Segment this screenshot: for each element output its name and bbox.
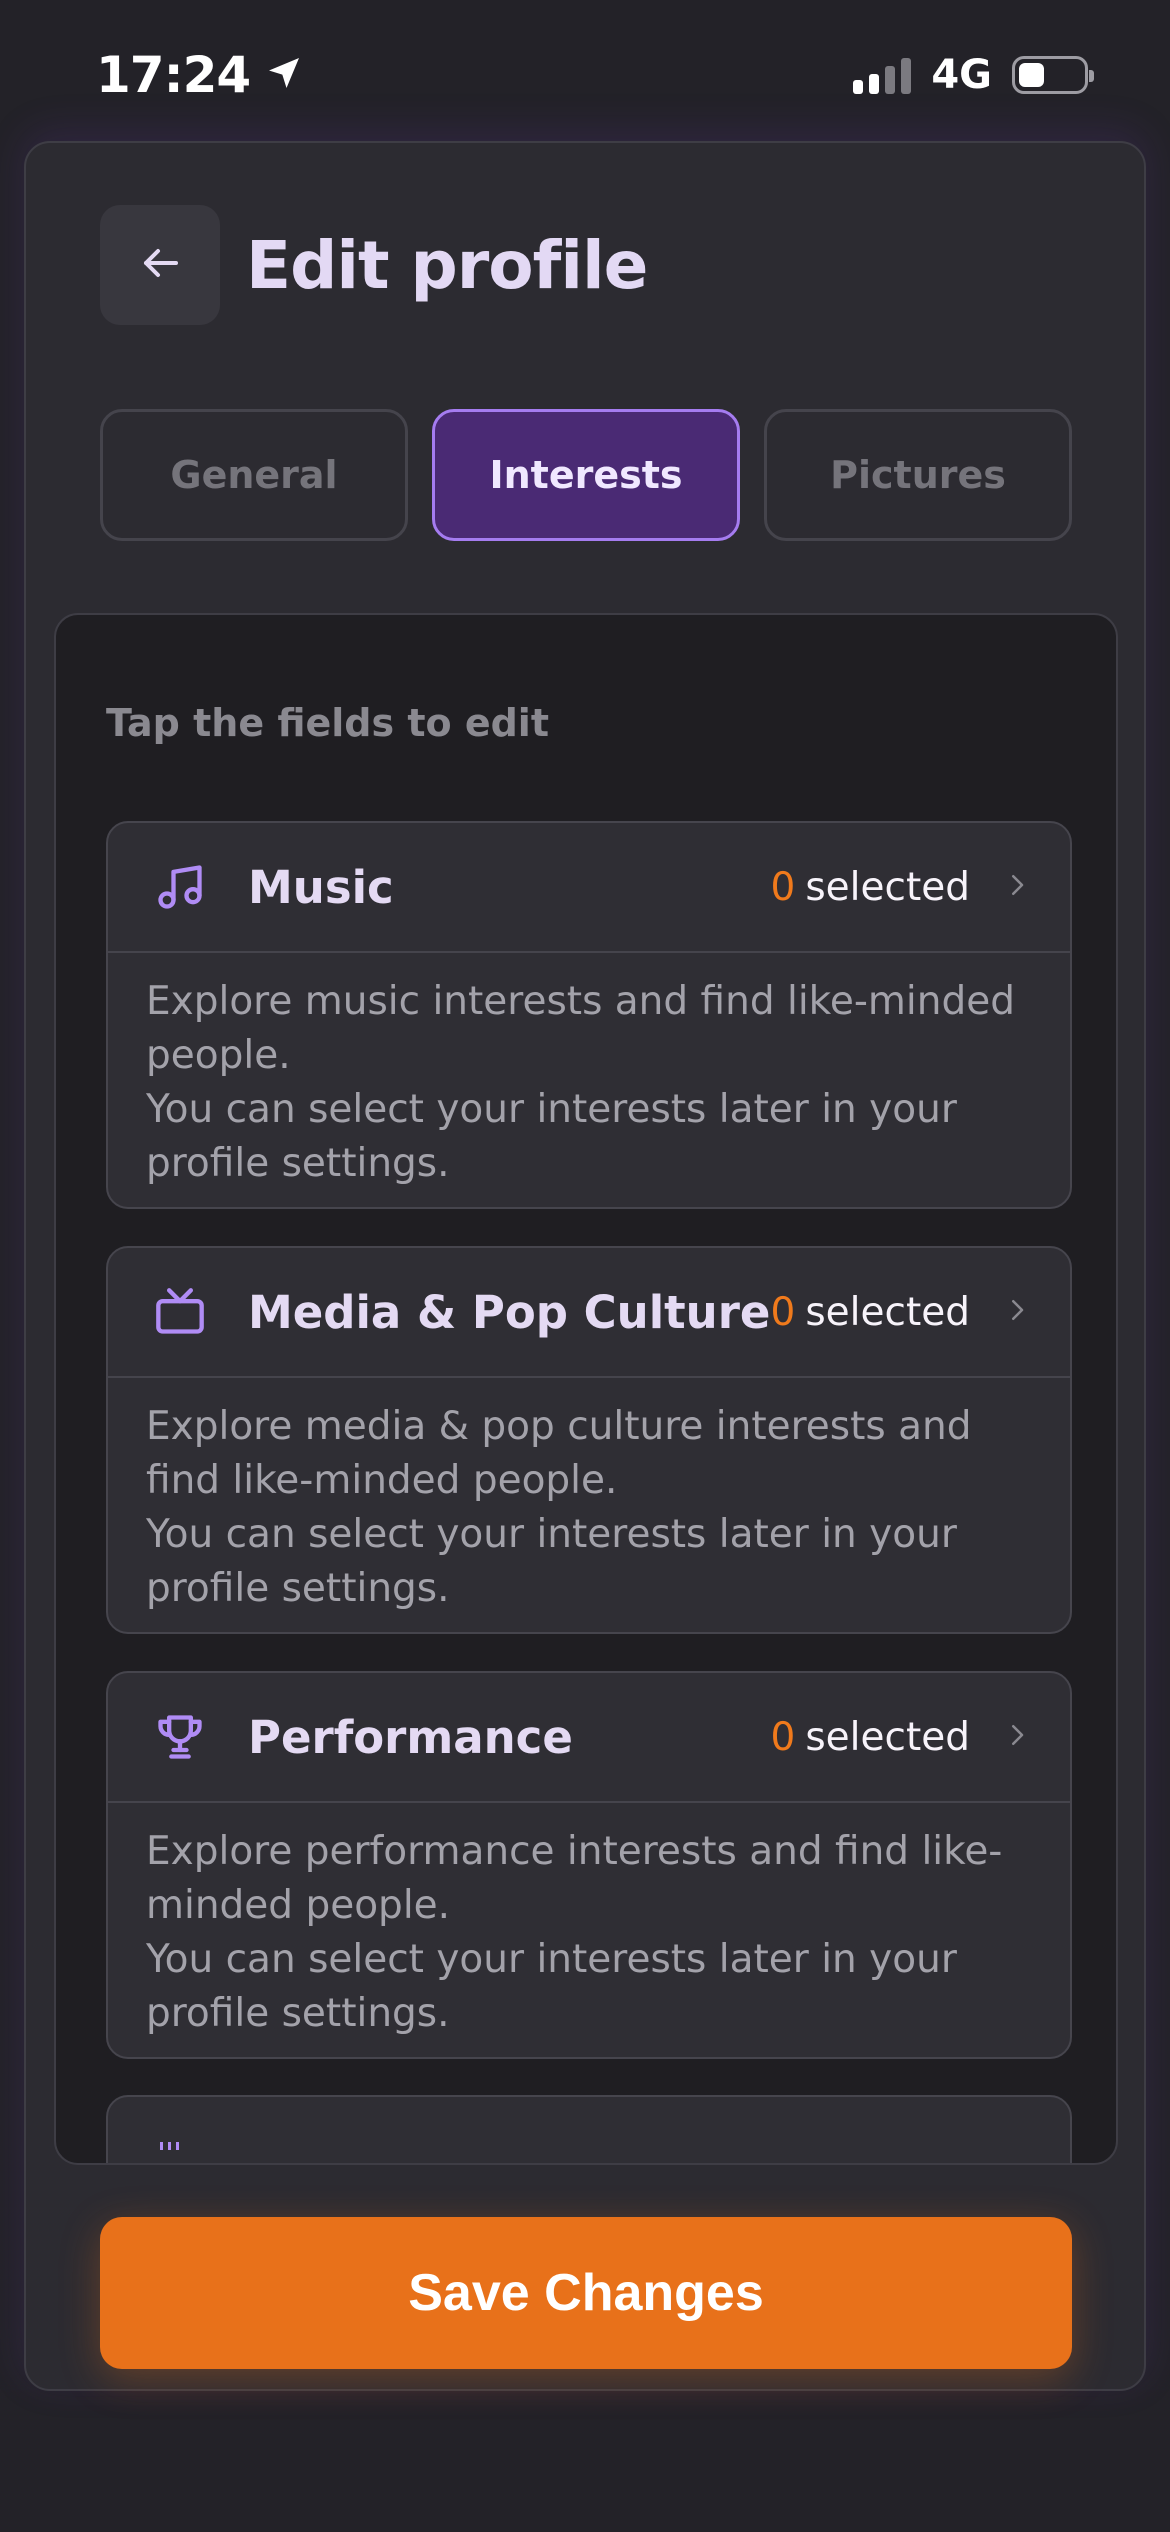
chevron-right-icon — [1002, 870, 1032, 904]
category-icon-partial — [158, 2135, 188, 2154]
interests-panel: Tap the fields to edit Music 0 selected E… — [54, 613, 1118, 2165]
category-description: Explore performance interests and find l… — [108, 1803, 1070, 2041]
description-line: You can select your interests later in y… — [146, 1512, 957, 1611]
status-bar: 17:24 4G — [0, 0, 1170, 150]
category-card-music[interactable]: Music 0 selected Explore music interests … — [106, 821, 1072, 1209]
tab-pictures[interactable]: Pictures — [764, 409, 1072, 541]
category-title: Music — [248, 860, 394, 914]
description-line: Explore performance interests and find l… — [146, 1829, 1003, 1928]
category-header[interactable]: Music 0 selected — [108, 823, 1070, 953]
tab-general[interactable]: General — [100, 409, 408, 541]
selected-count-label: selected — [805, 1289, 970, 1335]
battery-icon — [1012, 56, 1094, 94]
category-card-media-pop-culture[interactable]: Media & Pop Culture 0 selected Explore me… — [106, 1246, 1072, 1634]
page-title: Edit profile — [246, 226, 648, 304]
selected-count-label: selected — [805, 864, 970, 910]
trophy-icon — [154, 1711, 206, 1763]
selected-count: 0 selected — [771, 1290, 970, 1335]
category-header[interactable]: Performance 0 selected — [108, 1673, 1070, 1803]
selected-count-number: 0 — [770, 864, 796, 910]
edit-profile-card: Edit profile General Interests Pictures … — [24, 141, 1146, 2391]
category-card-partial[interactable] — [106, 2095, 1072, 2163]
tab-bar: General Interests Pictures — [100, 409, 1072, 541]
music-note-icon — [154, 861, 206, 913]
back-button[interactable] — [100, 205, 220, 325]
save-changes-button[interactable]: Save Changes — [100, 2217, 1072, 2369]
category-description: Explore music interests and find like-mi… — [108, 953, 1070, 1191]
selected-count: 0 selected — [771, 865, 970, 910]
selected-count: 0 selected — [771, 1715, 970, 1760]
selected-count-number: 0 — [770, 1289, 796, 1335]
category-title: Performance — [248, 1710, 573, 1764]
description-line: You can select your interests later in y… — [146, 1087, 957, 1186]
chevron-right-icon — [1002, 1720, 1032, 1754]
category-card-performance[interactable]: Performance 0 selected Explore performanc… — [106, 1671, 1072, 2059]
header: Edit profile — [100, 205, 648, 325]
category-description: Explore media & pop culture interests an… — [108, 1378, 1070, 1616]
status-time: 17:24 — [96, 46, 251, 104]
chevron-right-icon — [1002, 1295, 1032, 1329]
location-arrow-icon — [264, 53, 304, 97]
category-title: Media & Pop Culture — [248, 1285, 771, 1339]
edit-hint: Tap the fields to edit — [106, 701, 549, 745]
cellular-signal-icon — [853, 56, 912, 94]
selected-count-label: selected — [805, 1714, 970, 1760]
tv-icon — [154, 1286, 206, 1338]
selected-count-number: 0 — [770, 1714, 796, 1760]
tab-interests[interactable]: Interests — [432, 409, 740, 541]
arrow-left-icon — [136, 239, 184, 291]
description-line: Explore music interests and find like-mi… — [146, 979, 1015, 1078]
description-line: You can select your interests later in y… — [146, 1937, 957, 2036]
description-line: Explore media & pop culture interests an… — [146, 1404, 972, 1503]
network-type: 4G — [931, 52, 992, 98]
category-header[interactable]: Media & Pop Culture 0 selected — [108, 1248, 1070, 1378]
